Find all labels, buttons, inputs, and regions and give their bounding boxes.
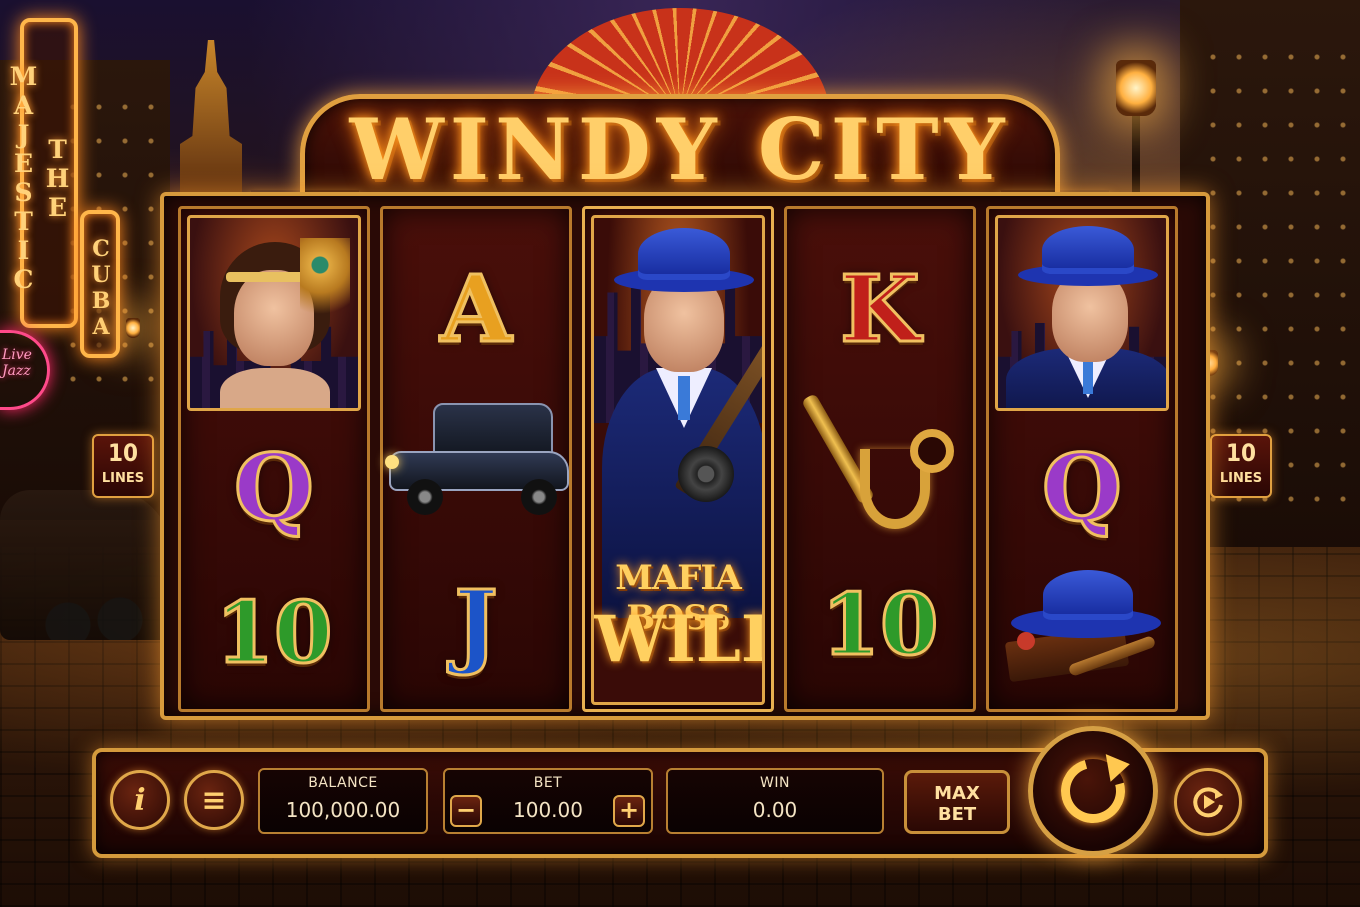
ten-symbol: 10 — [181, 557, 367, 707]
street-lamp-post — [1132, 110, 1140, 200]
win-panel: WIN 0.00 — [666, 768, 884, 834]
info-button[interactable]: i — [110, 770, 170, 830]
background-car — [0, 490, 170, 640]
vintage-car-symbol — [383, 389, 569, 529]
title-marquee: WINDY CITY — [240, 8, 1120, 210]
lines-label-right: LINES — [1219, 471, 1263, 486]
fedora-cigar-symbol — [989, 559, 1175, 699]
a-letter: A — [439, 254, 513, 365]
ten-label: 10 — [820, 573, 940, 675]
saxophone-icon — [801, 379, 954, 549]
lines-count-left: 10 — [107, 439, 139, 467]
max-bet-line-1: MAX — [934, 783, 980, 804]
lines-count-right: 10 — [1225, 439, 1257, 467]
menu-button[interactable]: ≡ — [184, 770, 244, 830]
q-symbol: Q — [181, 413, 367, 563]
cuba-neon-sign: CUBA — [80, 210, 120, 358]
vintage-car-icon — [383, 399, 569, 519]
shoulders — [220, 368, 330, 408]
reel-frame: Q 10 A J MAFIA BOSS WIL K 10 Q — [160, 192, 1210, 720]
fedora-cigar-icon — [997, 564, 1167, 694]
autoplay-icon — [1193, 787, 1223, 818]
q-letter: Q — [232, 433, 315, 544]
mafia-boss-wild-symbol: MAFIA BOSS WILD — [591, 215, 765, 705]
reel-2: A J — [380, 206, 572, 712]
reel-5: Q — [986, 206, 1178, 712]
flapper-girl-symbol — [187, 215, 361, 411]
saxophone-symbol — [787, 379, 973, 549]
reel-3-wild: MAFIA BOSS WILD — [582, 206, 774, 712]
ten-label: 10 — [214, 581, 334, 683]
q-symbol: Q — [989, 413, 1175, 563]
wild-line-2: WILD — [594, 602, 762, 677]
reel-4: K 10 — [784, 206, 976, 712]
reel-1: Q 10 — [178, 206, 370, 712]
j-symbol: J — [383, 549, 569, 699]
win-caption: WIN — [760, 775, 790, 791]
peacock-feather-icon — [300, 238, 350, 328]
balance-caption: BALANCE — [308, 775, 378, 791]
k-symbol: K — [787, 229, 973, 389]
boss-tie — [678, 376, 690, 420]
lines-label-left: LINES — [101, 471, 145, 486]
bet-increase-button[interactable]: + — [613, 795, 645, 827]
spin-arrowhead-icon — [1105, 750, 1133, 782]
k-letter: K — [839, 254, 922, 365]
bet-caption: BET — [533, 775, 563, 791]
street-lamp-icon — [1116, 60, 1156, 116]
q-letter: Q — [1040, 433, 1123, 544]
game-screen: THE MAJESTIC CUBA Live Jazz WINDY CITY 1… — [0, 0, 1360, 907]
balance-panel: BALANCE 100,000.00 — [258, 768, 428, 834]
lines-indicator-right: 10 LINES — [1210, 434, 1272, 498]
game-title: WINDY CITY — [349, 100, 1011, 199]
a-symbol: A — [383, 229, 569, 389]
balance-value: 100,000.00 — [285, 798, 401, 822]
max-bet-button[interactable]: MAX BET — [904, 770, 1010, 834]
gangster-fedora-icon — [1042, 226, 1134, 274]
fedora-hat-icon — [638, 228, 730, 280]
j-letter: J — [453, 569, 499, 680]
bet-decrease-button[interactable]: − — [450, 795, 482, 827]
tommy-gun-drum-icon — [678, 446, 734, 502]
ten-symbol: 10 — [787, 549, 973, 699]
skyscraper-tower — [180, 40, 242, 200]
max-bet-line-2: BET — [937, 804, 977, 825]
majestic-neon-sign: THE MAJESTIC — [9, 18, 78, 328]
gangster-symbol — [995, 215, 1169, 411]
distant-lamp-left-icon — [126, 318, 140, 338]
autoplay-button[interactable] — [1174, 768, 1242, 836]
lines-indicator-left: 10 LINES — [92, 434, 154, 498]
win-value: 0.00 — [752, 798, 798, 822]
spin-button[interactable] — [1028, 726, 1158, 856]
